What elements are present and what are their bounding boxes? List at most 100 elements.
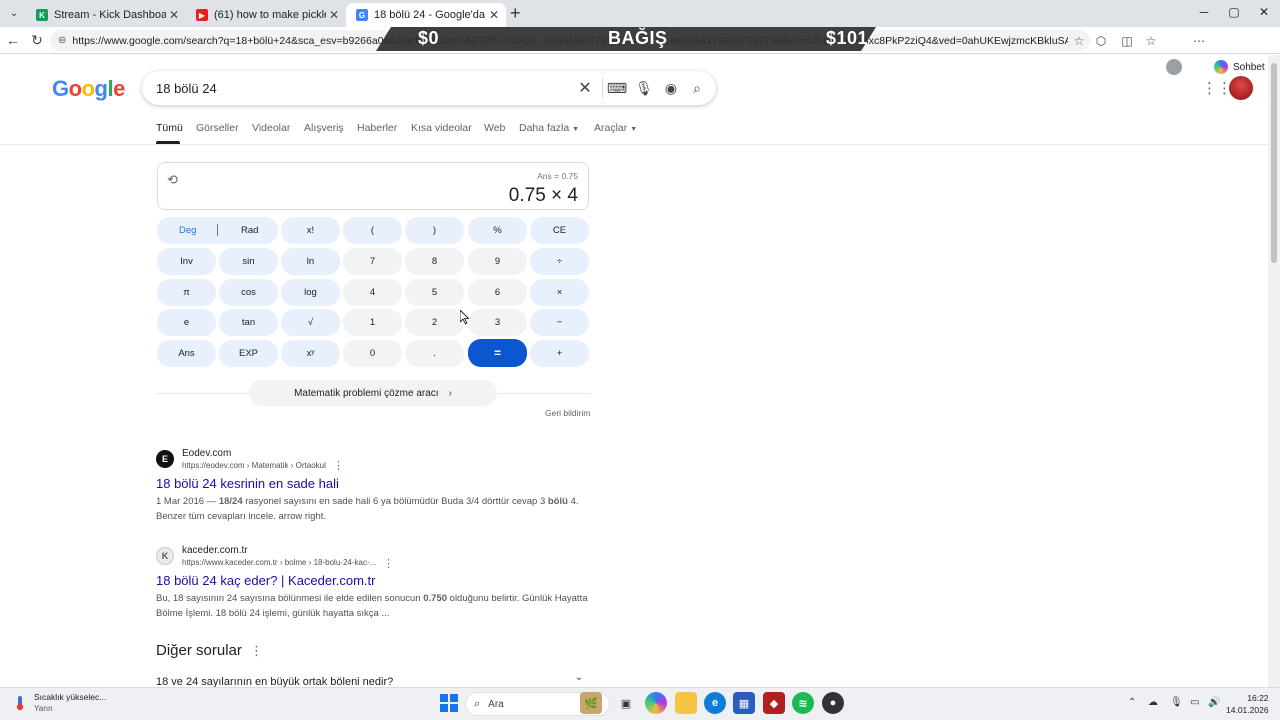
search-input[interactable]: 18 bölü 24 (156, 81, 217, 96)
key-sin[interactable]: sin (219, 248, 278, 275)
scrollbar-thumb[interactable] (1271, 63, 1277, 263)
copilot-chat-button[interactable]: Sohbet et (1214, 57, 1276, 77)
extensions-icon[interactable]: ⬡ (1092, 32, 1110, 50)
weather-widget[interactable]: Sıcaklık yükselec... Yarın (12, 692, 106, 713)
key-5[interactable]: 5 (405, 279, 464, 306)
clear-icon[interactable]: ✕ (576, 79, 594, 97)
result-site-name[interactable]: Eodev.com (182, 448, 231, 459)
key-subtract[interactable]: − (530, 309, 589, 336)
key-close-paren[interactable]: ) (405, 217, 464, 244)
key-exp[interactable]: EXP (219, 340, 278, 367)
math-solver-button[interactable]: Matematik problemi çözme aracı › (249, 380, 497, 406)
rad-option[interactable]: Rad (241, 225, 258, 236)
key-3[interactable]: 3 (468, 309, 527, 336)
key-1[interactable]: 1 (343, 309, 402, 336)
tab-kick-dashboard[interactable]: K Stream - Kick Dashboard ✕ (26, 3, 186, 27)
filter-tools[interactable]: Araçlar ▼ (594, 122, 637, 134)
filter-more[interactable]: Daha fazla ▼ (519, 122, 579, 134)
key-2[interactable]: 2 (405, 309, 464, 336)
key-inverse[interactable]: Inv (157, 248, 216, 275)
key-e[interactable]: e (157, 309, 216, 336)
filter-videos[interactable]: Videolar (252, 122, 290, 134)
search-icon[interactable]: ⌕ (688, 79, 706, 97)
game-app-icon[interactable]: ◆ (763, 692, 785, 714)
search-box[interactable]: 18 bölü 24 ✕ ⌨ 🎙 ◉ ⌕ (142, 71, 716, 105)
result-cite[interactable]: https://www.kaceder.com.tr › bolme › 18-… (182, 558, 376, 567)
filter-shopping[interactable]: Alışveriş (304, 122, 344, 134)
google-apps-icon[interactable]: ⋮⋮ (1202, 79, 1232, 97)
account-avatar[interactable] (1229, 76, 1253, 100)
reload-icon[interactable]: ↻ (28, 31, 46, 49)
key-0[interactable]: 0 (343, 340, 402, 367)
feedback-link[interactable]: Geri bildirim (545, 408, 590, 418)
result-options-icon[interactable]: ⋮ (333, 459, 344, 472)
favorite-star-icon[interactable]: ☆ (1068, 34, 1090, 48)
tab-google-search[interactable]: G 18 bölü 24 - Google'da Ara ✕ (346, 3, 506, 27)
paa-options-icon[interactable]: ⋮ (250, 643, 263, 659)
microphone-tray-icon[interactable]: 🎙 (1170, 697, 1183, 708)
windows-start-icon[interactable] (438, 692, 460, 714)
close-tab-icon[interactable]: ✕ (486, 8, 502, 22)
filter-web[interactable]: Web (484, 122, 505, 134)
filter-all[interactable]: Tümü (156, 122, 183, 134)
deg-rad-toggle[interactable]: Deg Rad (157, 217, 278, 244)
task-view-icon[interactable]: ▣ (615, 692, 637, 714)
key-ans[interactable]: Ans (157, 340, 216, 367)
key-6[interactable]: 6 (468, 279, 527, 306)
key-4[interactable]: 4 (343, 279, 402, 306)
key-cos[interactable]: cos (219, 279, 278, 306)
deg-option[interactable]: Deg (179, 225, 196, 236)
copilot-taskbar-icon[interactable] (645, 692, 667, 714)
key-tan[interactable]: tan (219, 309, 278, 336)
key-ln[interactable]: ln (281, 248, 340, 275)
close-window-icon[interactable]: ✕ (1254, 5, 1274, 19)
key-factorial[interactable]: x! (281, 217, 340, 244)
close-tab-icon[interactable]: ✕ (166, 8, 182, 22)
microphone-icon[interactable]: 🎙 (635, 79, 653, 97)
key-log[interactable]: log (281, 279, 340, 306)
key-9[interactable]: 9 (468, 248, 527, 275)
more-menu-icon[interactable]: ⋯ (1190, 32, 1208, 50)
store-icon[interactable]: ▦ (733, 692, 755, 714)
tab-list-chevron-icon[interactable]: ⌄ (4, 4, 24, 22)
edge-browser-icon[interactable]: e (704, 692, 726, 714)
key-pi[interactable]: π (157, 279, 216, 306)
new-tab-icon[interactable]: + (510, 4, 521, 22)
tray-overflow-icon[interactable]: ⌃ (1128, 697, 1136, 708)
keyboard-icon[interactable]: ⌨ (607, 79, 627, 97)
result-site-name[interactable]: kaceder.com.tr (182, 545, 248, 556)
system-clock[interactable]: 16:22 14.01.2026 (1226, 692, 1269, 716)
key-clear-entry[interactable]: CE (530, 217, 589, 244)
key-multiply[interactable]: × (530, 279, 589, 306)
split-screen-icon[interactable]: ◫ (1118, 32, 1136, 50)
file-explorer-icon[interactable] (675, 692, 697, 714)
key-8[interactable]: 8 (405, 248, 464, 275)
result-options-icon[interactable]: ⋮ (383, 557, 394, 570)
result-title-link[interactable]: 18 bölü 24 kesrinin en sade hali (156, 476, 339, 491)
favorites-icon[interactable]: ☆ (1142, 32, 1160, 50)
key-divide[interactable]: ÷ (530, 248, 589, 275)
key-7[interactable]: 7 (343, 248, 402, 275)
lens-camera-icon[interactable]: ◉ (662, 79, 680, 97)
spotify-icon[interactable]: ≋ (792, 692, 814, 714)
key-decimal[interactable]: . (405, 340, 464, 367)
obs-icon[interactable]: ● (822, 692, 844, 714)
result-title-link[interactable]: 18 bölü 24 kaç eder? | Kaceder.com.tr (156, 573, 375, 588)
tab-youtube[interactable]: ▶ (61) how to make pickle pepsi at h ✕ (186, 3, 346, 27)
key-add[interactable]: + (530, 340, 589, 367)
filter-images[interactable]: Görseller (196, 122, 239, 134)
minimize-icon[interactable]: ─ (1194, 5, 1214, 19)
maximize-icon[interactable]: ▢ (1224, 5, 1244, 19)
back-icon[interactable]: ← (4, 31, 22, 49)
google-logo[interactable]: Google (52, 76, 125, 102)
key-percent[interactable]: % (468, 217, 527, 244)
history-icon[interactable]: ⟲ (167, 172, 178, 188)
site-info-icon[interactable]: ⊜ (58, 35, 66, 46)
filter-short-videos[interactable]: Kısa videolar (411, 122, 472, 134)
network-icon[interactable]: ▭ (1190, 697, 1199, 708)
volume-icon[interactable]: 🔊 (1208, 697, 1220, 708)
key-open-paren[interactable]: ( (343, 217, 402, 244)
close-tab-icon[interactable]: ✕ (326, 8, 342, 22)
filter-news[interactable]: Haberler (357, 122, 397, 134)
key-sqrt[interactable]: √ (281, 309, 340, 336)
